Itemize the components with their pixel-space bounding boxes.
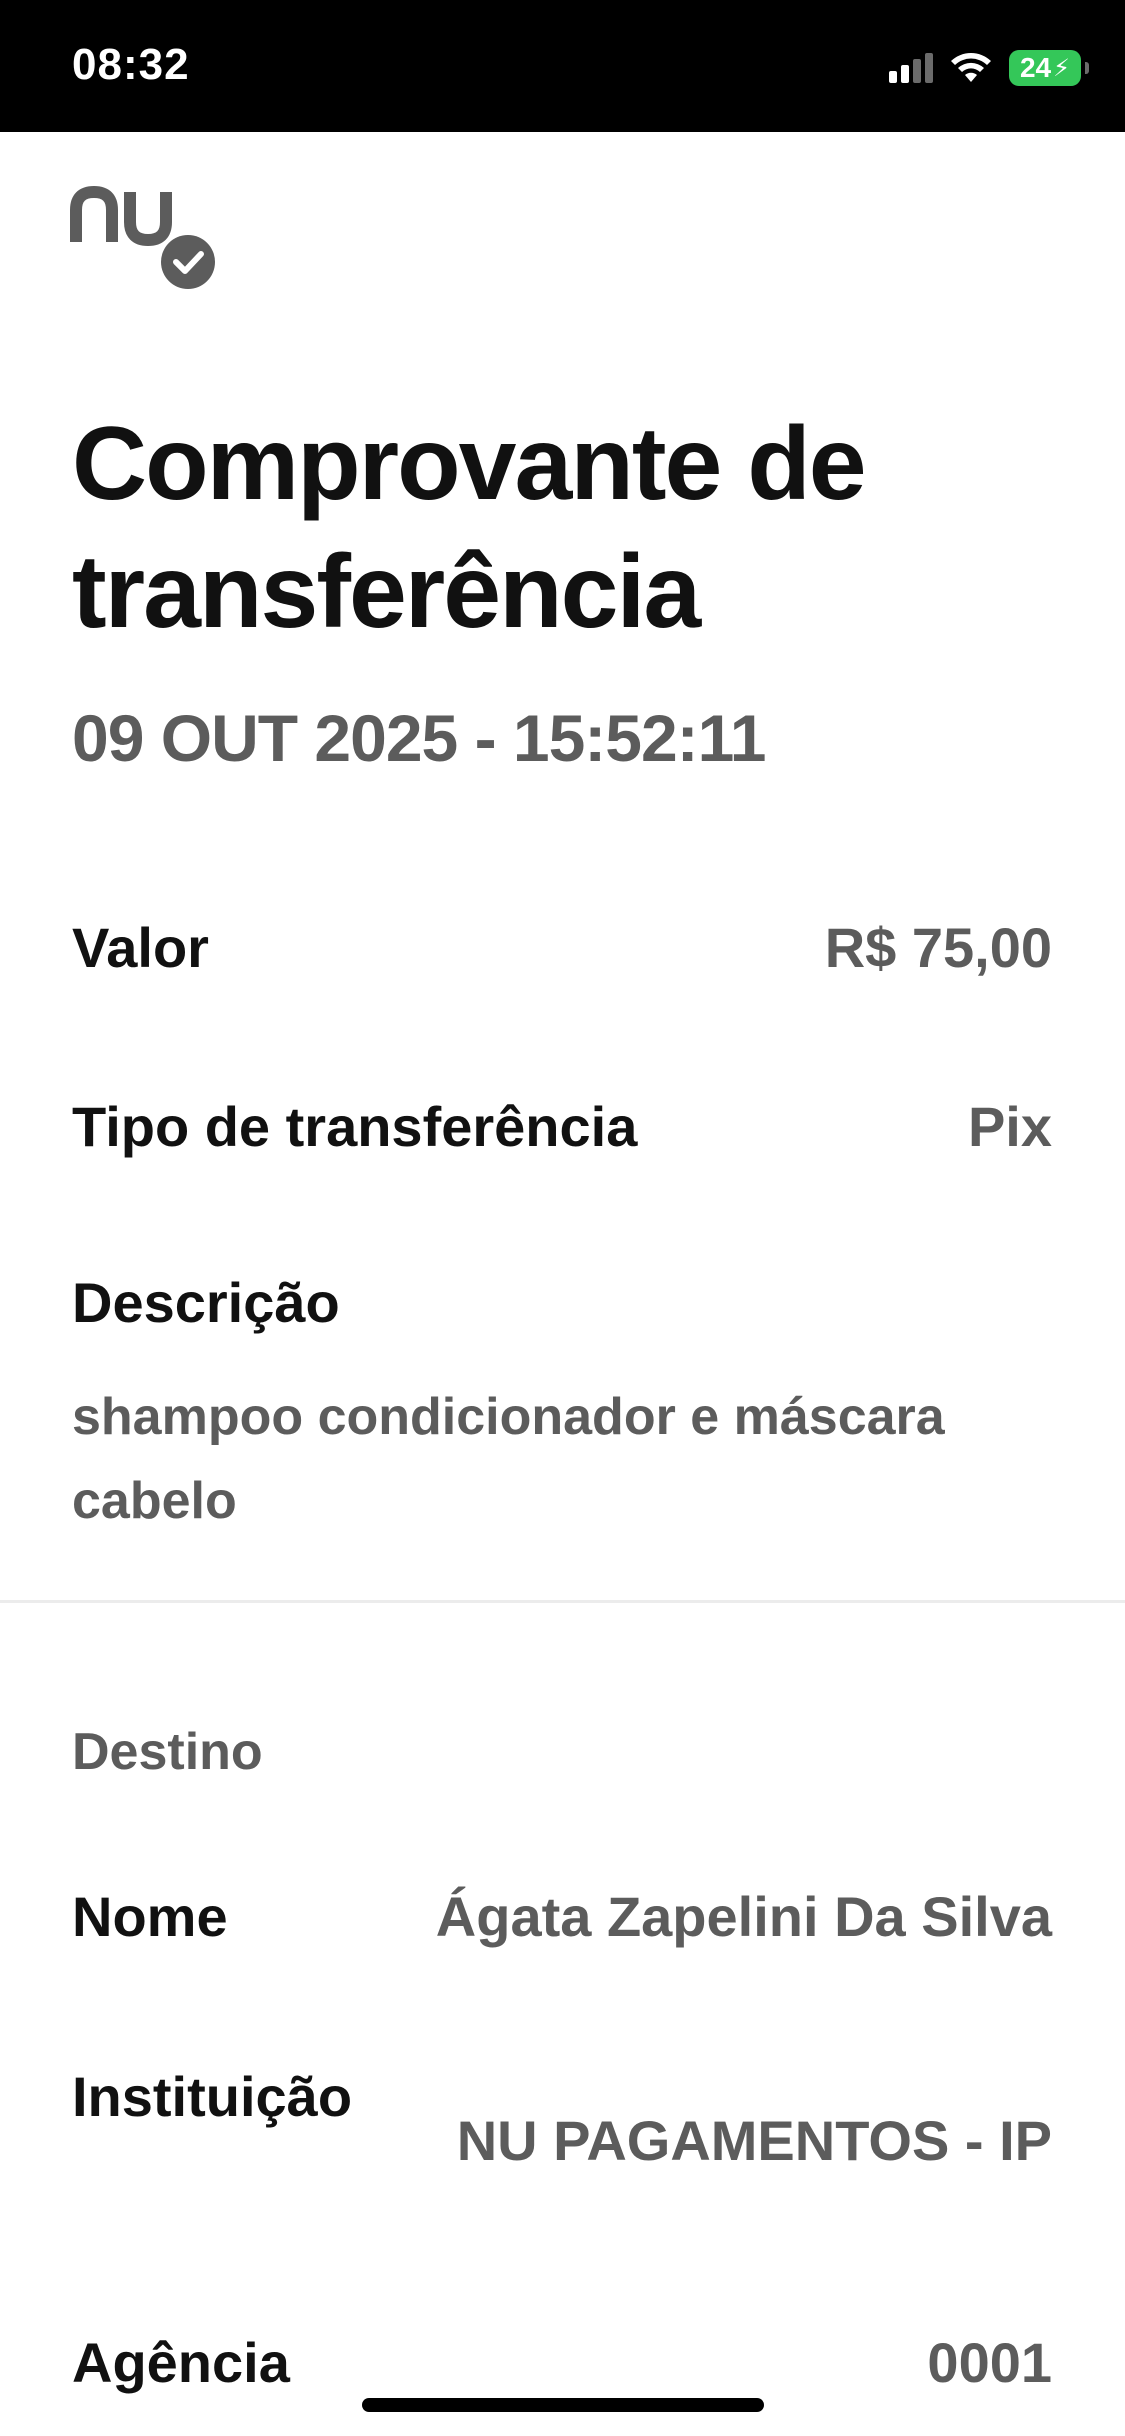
nome-row: Nome Ágata Zapelini Da Silva (72, 1884, 1052, 1949)
tipo-transferencia-label: Tipo de transferência (72, 1095, 638, 1158)
home-indicator[interactable] (362, 2398, 764, 2412)
nu-logo-verified-icon (70, 180, 220, 290)
agencia-row: Agência 0001 (72, 2330, 1052, 2395)
instituicao-value: NU PAGAMENTOS - IP (456, 2109, 1052, 2172)
charging-bolt-icon: ⚡ (1053, 54, 1070, 82)
instituicao-label: Instituição (72, 2065, 353, 2128)
battery-icon: 24 ⚡ (1009, 50, 1089, 86)
tipo-transferencia-value: Pix (967, 1095, 1052, 1158)
descricao-label: Descrição (72, 1271, 340, 1334)
tipo-transferencia-row: Tipo de transferência Pix (72, 1094, 1052, 1159)
agencia-label: Agência (72, 2331, 290, 2394)
nome-value: Ágata Zapelini Da Silva (435, 1885, 1052, 1948)
wifi-icon (949, 52, 993, 84)
valor-row: Valor R$ 75,00 (72, 915, 1052, 980)
agencia-value: 0001 (927, 2331, 1052, 2394)
transfer-datetime: 09 OUT 2025 - 15:52:11 (72, 701, 766, 775)
status-bar: 08:32 24 ⚡ (0, 0, 1125, 132)
signal-icon (889, 53, 933, 83)
valor-label: Valor (72, 916, 209, 979)
descricao-value: shampoo condicionador e máscara cabelo (72, 1388, 945, 1530)
nome-label: Nome (72, 1885, 228, 1948)
status-icons: 24 ⚡ (889, 46, 1089, 90)
valor-value: R$ 75,00 (824, 916, 1052, 979)
destino-section-title: Destino (72, 1723, 263, 1781)
status-time: 08:32 (72, 40, 190, 89)
battery-level: 24 (1019, 52, 1052, 83)
page-title: Comprovante de transferência (72, 406, 867, 650)
section-divider (0, 1600, 1125, 1603)
